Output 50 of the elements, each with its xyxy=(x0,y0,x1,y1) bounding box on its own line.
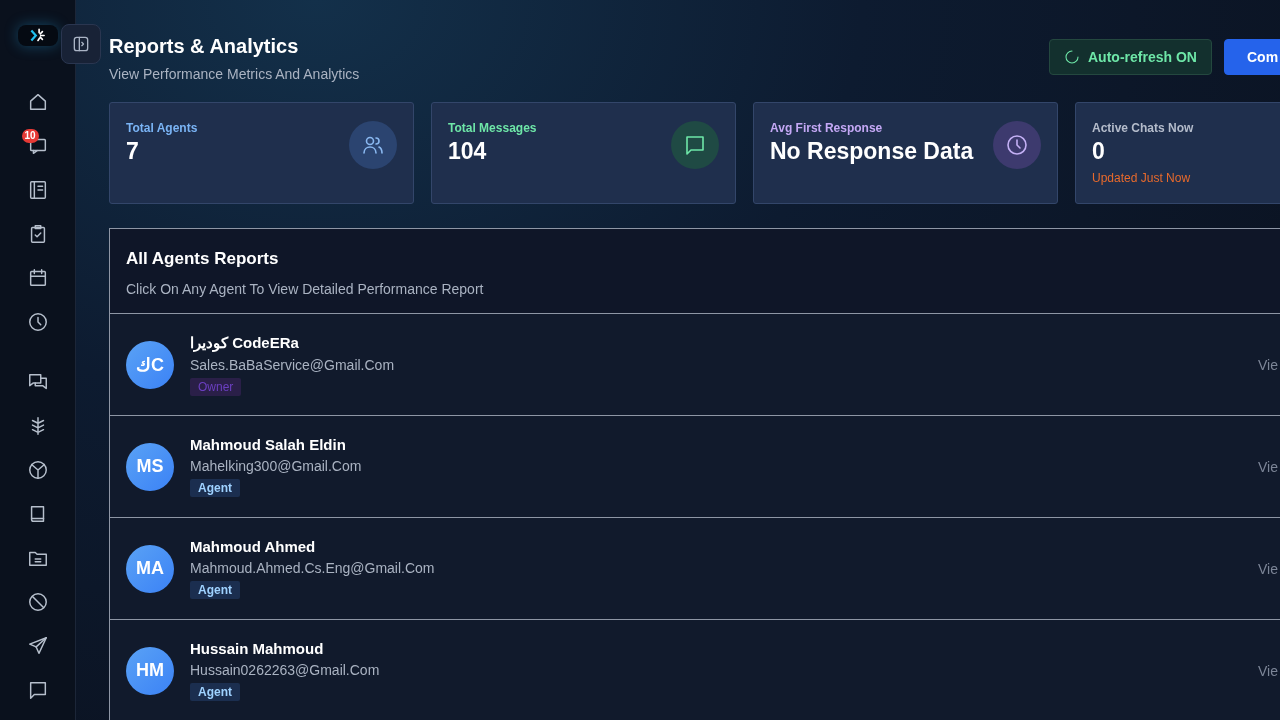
role-tag: Agent xyxy=(190,581,240,599)
view-link[interactable]: Vie xyxy=(1258,356,1278,373)
stat-label: Total Agents xyxy=(126,121,198,135)
sidebar-toggle-button[interactable] xyxy=(61,24,101,64)
view-link[interactable]: Vie xyxy=(1258,560,1278,577)
avatar: MS xyxy=(126,442,174,491)
role-tag: Agent xyxy=(190,479,240,497)
sidebar-toggle-icon xyxy=(71,34,91,54)
agent-row[interactable]: MA Mahmoud Ahmed Mahmoud.Ahmed.Cs.Eng@Gmail.Com Agent Vie xyxy=(110,518,1280,620)
stat-value: 0 xyxy=(1092,138,1106,165)
nav-item[interactable]: 10 xyxy=(23,132,52,160)
agent-name: Hussain Mahmoud xyxy=(190,640,324,657)
stat-value: 104 xyxy=(448,138,488,165)
stat-label: Total Messages xyxy=(448,121,537,135)
section-title: All Agents Reports xyxy=(126,249,280,269)
stat-value: No Response Data xyxy=(770,138,974,165)
view-link[interactable]: Vie xyxy=(1258,662,1278,679)
block-icon xyxy=(26,591,49,613)
avatar: HM xyxy=(126,646,174,695)
clock-icon xyxy=(1005,133,1029,157)
notification-badge: 10 xyxy=(21,129,39,143)
role-tag: Owner xyxy=(190,377,242,396)
stat-note: Updated Just Now xyxy=(1092,171,1192,185)
send-icon xyxy=(26,635,49,657)
stat-value: 7 xyxy=(126,138,140,165)
message-icon xyxy=(683,133,707,157)
auto-refresh-button[interactable]: Auto-refresh ON xyxy=(1049,39,1212,75)
agent-name: Mahmoud Ahmed xyxy=(190,538,316,555)
page-subtitle: View Performance Metrics And Analytics xyxy=(109,66,361,82)
page-title: Reports & Analytics xyxy=(109,34,300,58)
spinner-icon xyxy=(1064,49,1080,65)
stat-label: Active Chats Now xyxy=(1092,121,1194,135)
agent-name: كوديرا CodeERa xyxy=(190,333,299,352)
circle-y-icon xyxy=(26,459,49,481)
logo xyxy=(17,25,58,46)
avatar: كC xyxy=(126,340,174,389)
role-tag: Agent xyxy=(190,683,240,701)
agent-email: Hussain0262263@Gmail.Com xyxy=(190,662,380,678)
compare-button[interactable]: Com xyxy=(1224,39,1280,75)
agent-email: Sales.BaBaService@Gmail.Com xyxy=(190,356,395,373)
avatar: MA xyxy=(126,544,174,593)
agent-email: Mahmoud.Ahmed.Cs.Eng@Gmail.Com xyxy=(190,560,435,576)
agent-row[interactable]: HM Hussain Mahmoud Hussain0262263@Gmail.Com Agent Vie xyxy=(110,620,1280,720)
agent-email: Mahelking300@Gmail.Com xyxy=(190,458,362,474)
clock-icon xyxy=(26,311,49,333)
agent-row[interactable]: MS Mahmoud Salah Eldin Mahelking300@Gmail.Com Agent Vie xyxy=(110,416,1280,518)
view-link[interactable]: Vie xyxy=(1258,458,1278,475)
stat-label: Avg First Response xyxy=(770,121,884,135)
section-subtitle: Click On Any Agent To View Detailed Performance Report xyxy=(126,281,485,297)
agent-name: Mahmoud Salah Eldin xyxy=(190,436,346,453)
